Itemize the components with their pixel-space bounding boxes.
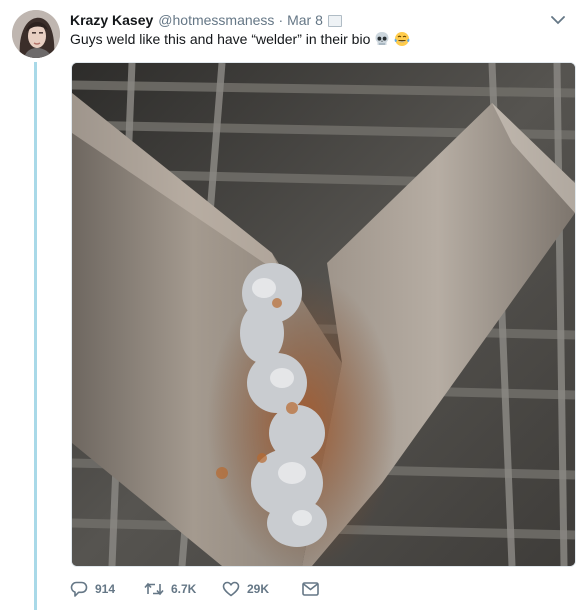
tweet-text: Guys weld like this and have “welder” in… <box>70 31 410 47</box>
retweet-button[interactable]: 6.7K <box>144 576 222 602</box>
tweet-text-content: Guys weld like this and have “welder” in… <box>70 31 371 47</box>
direct-message-button[interactable] <box>302 576 319 602</box>
tweet-photo[interactable] <box>71 62 576 567</box>
tweet-header: Krazy Kasey @hotmessmaness · Mar 8 <box>70 10 568 30</box>
tears-of-joy-emoji <box>394 32 410 46</box>
like-button[interactable]: 29K <box>222 576 302 602</box>
skull-emoji <box>375 32 389 45</box>
welded-steel-tubes-photo <box>72 63 575 566</box>
reply-icon <box>70 581 88 597</box>
conversation-thread-line <box>34 62 37 610</box>
direct-message-icon <box>302 582 319 596</box>
avatar[interactable] <box>12 10 60 58</box>
avatar-photo <box>12 10 60 58</box>
header-separator: · <box>278 12 284 28</box>
sms-icon <box>327 15 342 27</box>
chevron-down-icon[interactable] <box>548 10 568 30</box>
retweet-count: 6.7K <box>171 582 197 596</box>
author-name[interactable]: Krazy Kasey <box>70 12 153 28</box>
tweet-date[interactable]: Mar 8 <box>287 12 323 28</box>
like-icon <box>222 581 240 597</box>
author-handle[interactable]: @hotmessmaness <box>158 12 274 28</box>
like-count: 29K <box>247 582 270 596</box>
reply-count: 914 <box>95 582 116 596</box>
tweet-actions: 914 6.7K 29K <box>70 576 319 602</box>
reply-button[interactable]: 914 <box>70 576 144 602</box>
retweet-icon <box>144 582 164 596</box>
